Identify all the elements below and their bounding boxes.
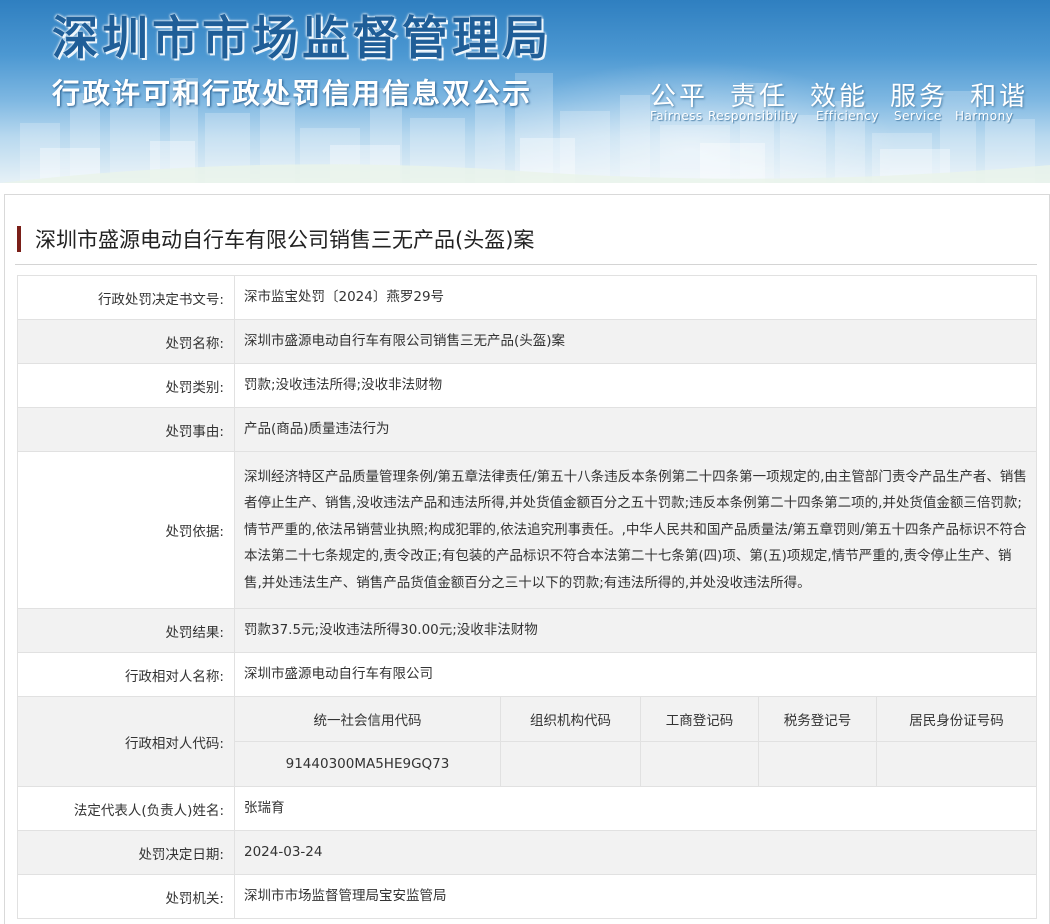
- row-label: 行政相对人代码:: [17, 696, 235, 787]
- party-code-cell: 统一社会信用代码 组织机构代码 工商登记码 税务登记号 居民身份证号码 9144…: [234, 696, 1037, 787]
- table-row: 处罚机关: 深圳市市场监督管理局宝安监管局: [17, 874, 1037, 919]
- code-header: 居民身份证号码: [876, 697, 1036, 742]
- row-label: 处罚类别:: [17, 363, 235, 408]
- table-row: 行政相对人名称: 深圳市盛源电动自行车有限公司: [17, 652, 1037, 697]
- code-header: 工商登记码: [640, 697, 759, 742]
- slogan-en-item: Responsibility: [708, 109, 799, 123]
- code-header: 税务登记号: [758, 697, 877, 742]
- slogan-item: 公平: [650, 82, 709, 112]
- slogan-en-item: Service: [894, 109, 942, 123]
- code-header: 统一社会信用代码: [235, 697, 501, 742]
- row-label: 处罚事由:: [17, 407, 235, 452]
- row-label: 处罚依据:: [17, 451, 235, 609]
- row-label: 处罚结果:: [17, 608, 235, 653]
- row-label: 行政处罚决定书文号:: [17, 275, 235, 320]
- slogan-en-item: Harmony: [955, 109, 1014, 123]
- heading-accent-bar: [17, 226, 21, 252]
- row-label: 行政相对人名称:: [17, 652, 235, 697]
- row-label: 处罚名称:: [17, 319, 235, 364]
- penalty-result: 罚款37.5元;没收违法所得30.00元;没收非法财物: [234, 608, 1037, 653]
- banner-subtitle: 行政许可和行政处罚信用信息双公示: [52, 77, 533, 110]
- case-title: 深圳市盛源电动自行车有限公司销售三无产品(头盔)案: [35, 228, 535, 252]
- table-row: 行政相对人代码: 统一社会信用代码 组织机构代码 工商登记码 税务登记号 居民身…: [17, 696, 1037, 787]
- legal-representative: 张瑞育: [234, 786, 1037, 831]
- penalty-basis: 深圳经济特区产品质量管理条例/第五章法律责任/第五十八条违反本条例第二十四条第一…: [234, 451, 1037, 609]
- row-label: 处罚机关:: [17, 874, 235, 919]
- case-detail-table: 行政处罚决定书文号: 深市监宝处罚〔2024〕燕罗29号 处罚名称: 深圳市盛源…: [17, 275, 1037, 919]
- tax-reg-value: [758, 741, 877, 786]
- slogan-item: 服务: [890, 82, 949, 112]
- banner-slogans: 公平 责任 效能 服务 和谐: [650, 76, 1028, 113]
- code-header-row: 统一社会信用代码 组织机构代码 工商登记码 税务登记号 居民身份证号码: [235, 697, 1036, 742]
- case-heading: 深圳市盛源电动自行车有限公司销售三无产品(头盔)案: [17, 225, 534, 253]
- table-row: 处罚名称: 深圳市盛源电动自行车有限公司销售三无产品(头盔)案: [17, 319, 1037, 364]
- slogan-item: 责任: [730, 82, 789, 112]
- table-row: 处罚结果: 罚款37.5元;没收违法所得30.00元;没收非法财物: [17, 608, 1037, 653]
- business-reg-value: [640, 741, 759, 786]
- org-code-value: [500, 741, 641, 786]
- penalty-category: 罚款;没收违法所得;没收非法财物: [234, 363, 1037, 408]
- header-banner: 深圳市市场监督管理局 行政许可和行政处罚信用信息双公示 公平 责任 效能 服务 …: [0, 0, 1050, 183]
- code-value-row: 91440300MA5HE9GQ73: [235, 741, 1036, 786]
- party-code-table: 统一社会信用代码 组织机构代码 工商登记码 税务登记号 居民身份证号码 9144…: [235, 697, 1036, 786]
- table-row: 处罚决定日期: 2024-03-24: [17, 830, 1037, 875]
- table-row: 法定代表人(负责人)姓名: 张瑞育: [17, 786, 1037, 831]
- penalty-reason: 产品(商品)质量违法行为: [234, 407, 1037, 452]
- case-detail-panel: 深圳市盛源电动自行车有限公司销售三无产品(头盔)案 行政处罚决定书文号: 深市监…: [4, 194, 1050, 924]
- slogan-item: 和谐: [970, 82, 1029, 112]
- banner-title: 深圳市市场监督管理局: [52, 11, 552, 65]
- table-row: 处罚类别: 罚款;没收违法所得;没收非法财物: [17, 363, 1037, 408]
- penalty-authority: 深圳市市场监督管理局宝安监管局: [234, 874, 1037, 919]
- decision-date: 2024-03-24: [234, 830, 1037, 875]
- id-card-value: [876, 741, 1036, 786]
- slogan-item: 效能: [810, 82, 869, 112]
- penalty-name: 深圳市盛源电动自行车有限公司销售三无产品(头盔)案: [234, 319, 1037, 364]
- slogan-en-item: Fairness: [650, 109, 703, 123]
- row-label: 处罚决定日期:: [17, 830, 235, 875]
- code-header: 组织机构代码: [500, 697, 641, 742]
- decision-doc-number: 深市监宝处罚〔2024〕燕罗29号: [234, 275, 1037, 320]
- row-label: 法定代表人(负责人)姓名:: [17, 786, 235, 831]
- table-row: 处罚依据: 深圳经济特区产品质量管理条例/第五章法律责任/第五十八条违反本条例第…: [17, 451, 1037, 609]
- heading-divider: [15, 264, 1037, 265]
- credit-code-value: 91440300MA5HE9GQ73: [235, 741, 501, 786]
- slogan-en-item: Efficiency: [816, 109, 879, 123]
- table-row: 处罚事由: 产品(商品)质量违法行为: [17, 407, 1037, 452]
- banner-slogans-english: Fairness Responsibility Efficiency Servi…: [650, 109, 1013, 123]
- party-name: 深圳市盛源电动自行车有限公司: [234, 652, 1037, 697]
- table-row: 行政处罚决定书文号: 深市监宝处罚〔2024〕燕罗29号: [17, 275, 1037, 320]
